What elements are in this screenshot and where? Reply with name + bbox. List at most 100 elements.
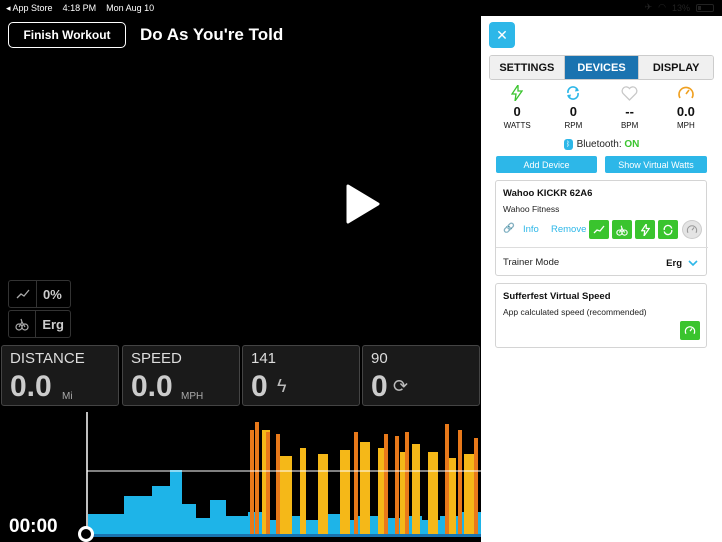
finish-workout-button[interactable]: Finish Workout [8,22,126,48]
trend-icon [9,281,37,307]
profile-spike [458,430,462,534]
cadence-value: 0 [371,370,388,403]
power-value: 0 [251,370,268,403]
watts-label: WATTS [503,121,531,130]
profile-segment [226,516,248,534]
tab-settings[interactable]: SETTINGS [490,56,565,79]
back-to-app-link[interactable]: ◂ App Store [6,3,53,14]
cadence-icon[interactable] [658,220,678,239]
profile-segment [124,496,152,534]
wifi-icon: ◠ [658,2,666,12]
profile-baseline [86,534,481,537]
bolt-icon[interactable] [635,220,655,239]
watts-value: 0 [513,104,521,119]
status-time: 4:18 PM [62,3,97,13]
mode-value: Erg [42,316,64,332]
trend-value: 0% [43,286,62,302]
cadence-target: 90 [371,350,388,367]
profile-spike [405,432,409,534]
power-tile: 141 0 ϟ [242,345,360,406]
bpm-value: -- [625,104,634,119]
profile-interval [360,442,370,534]
profile-spike [250,430,254,534]
profile-segment [152,486,170,534]
progress-marker[interactable] [78,526,94,542]
cyclist-icon[interactable] [612,220,632,239]
rpm-value: 0 [569,104,577,119]
profile-spike [276,434,280,534]
bluetooth-status: ᛒ Bluetooth: ON [481,139,722,150]
virtual-speed-title: Sufferfest Virtual Speed [503,291,611,302]
speedometer-icon[interactable] [680,321,700,340]
profile-interval [280,456,292,534]
bpm-label: BPM [620,121,639,130]
battery-percent: 13% [671,2,690,13]
trend-metric[interactable]: 0% [8,280,71,308]
profile-interval [464,454,474,534]
profile-spike [474,438,478,534]
cadence-icon: ⟳ [393,376,409,396]
profile-interval [428,452,438,534]
cadence-tile: 90 0 ⟳ [362,345,480,406]
play-icon[interactable] [344,184,380,224]
close-panel-button[interactable]: ✕ [489,22,515,48]
device-maker: Wahoo Fitness [503,204,560,214]
tab-devices[interactable]: DEVICES [564,56,640,79]
speed-label: SPEED [131,350,182,367]
speed-tile: SPEED 0.0 MPH [122,345,240,406]
bpm-metric: -- BPM [602,84,658,130]
mph-metric: 0.0 MPH [658,84,714,130]
device-name: Wahoo KICKR 62A6 [503,188,593,199]
profile-spike [354,432,358,534]
power-target: 141 [251,350,277,367]
speed-unit: MPH [181,391,204,402]
profile-spike [395,436,399,534]
distance-tile: DISTANCE 0.0 Mi [1,345,119,406]
trainer-mode-label: Trainer Mode [503,257,560,268]
add-device-button[interactable]: Add Device [496,156,597,173]
distance-value: 0.0 [10,370,52,403]
profile-segment [182,504,196,534]
profile-segment [170,470,182,534]
back-app-label: App Store [12,2,53,13]
cyclist-icon [9,311,37,337]
trainer-mode-select[interactable]: Erg [666,254,698,272]
mph-label: MPH [676,121,695,130]
device-remove-link[interactable]: Remove [551,224,586,235]
trend-icon[interactable] [589,220,609,239]
trainer-mode-value: Erg [666,257,682,269]
device-info-link[interactable]: Info [523,224,539,235]
virtual-speed-subtitle: App calculated speed (recommended) [503,307,647,317]
profile-spike [384,434,388,534]
profile-interval [318,454,328,534]
workout-title: Do As You're Told [140,25,284,44]
mode-metric[interactable]: Erg [8,310,71,338]
bluetooth-icon: ᛒ [563,139,573,150]
speedometer-icon [658,84,714,102]
settings-panel: ✕ SETTINGS DEVICES DISPLAY 0 WATTS 0 RPM… [481,16,722,542]
bluetooth-state: ON [624,139,640,151]
tab-display[interactable]: DISPLAY [639,56,713,79]
airplane-icon: ✈ [644,2,653,12]
battery-icon [696,3,714,12]
link-icon: 🔗 [503,223,515,234]
heart-icon [602,84,658,102]
show-virtual-watts-button[interactable]: Show Virtual Watts [605,156,707,173]
profile-spike [255,422,259,534]
cadence-icon [545,84,601,102]
profile-spike [445,424,449,534]
distance-label: DISTANCE [10,350,85,367]
profile-spike [266,432,270,534]
speedometer-icon[interactable] [682,220,702,239]
virtual-speed-card: Sufferfest Virtual Speed App calculated … [495,283,707,348]
bolt-icon: ϟ [277,376,287,396]
distance-unit: Mi [62,391,73,402]
device-card: Wahoo KICKR 62A6 Wahoo Fitness 🔗 Info Re… [495,180,708,276]
speed-value: 0.0 [131,370,173,403]
rpm-metric: 0 RPM [545,84,601,130]
profile-segment [210,500,226,534]
rpm-label: RPM [564,121,583,130]
status-date: Mon Aug 10 [106,3,155,13]
profile-segment [196,518,210,534]
profile-interval [300,448,306,534]
